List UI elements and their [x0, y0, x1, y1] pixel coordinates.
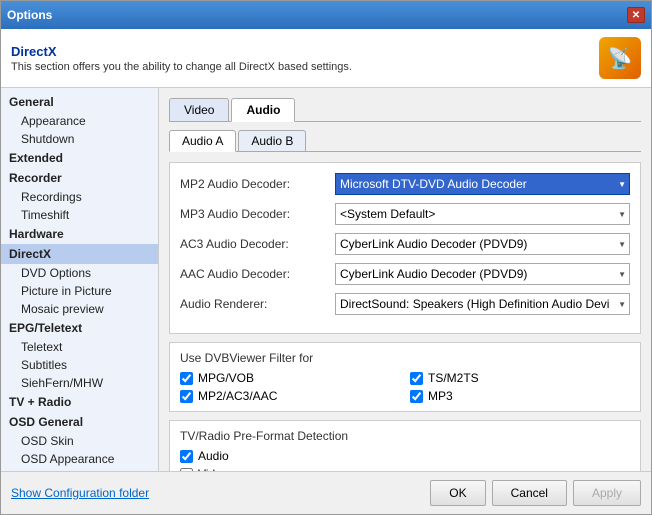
- preformat-section: TV/Radio Pre-Format Detection Audio Vide…: [169, 420, 641, 471]
- sidebar-item-timeshift[interactable]: Timeshift: [1, 206, 158, 224]
- sidebar-item-recorder[interactable]: Recorder: [1, 168, 158, 188]
- mp3-decoder-select[interactable]: <System Default>: [335, 203, 630, 225]
- dvbviewer-checkboxes: MPG/VOB TS/M2TS MP2/AC3/AAC MP3: [180, 371, 630, 403]
- audio-renderer-select[interactable]: DirectSound: Speakers (High Definition A…: [335, 293, 630, 315]
- sidebar-item-directx[interactable]: DirectX: [1, 244, 158, 264]
- sidebar: General Appearance Shutdown Extended Rec…: [1, 88, 159, 471]
- button-group: OK Cancel Apply: [430, 480, 641, 506]
- header-section: DirectX This section offers you the abil…: [1, 29, 651, 88]
- ac3-select-wrapper: CyberLink Audio Decoder (PDVD9): [335, 233, 630, 255]
- main-panel: Video Audio Audio A Audio B MP2 Audio De…: [159, 88, 651, 471]
- sidebar-item-osd-appearance[interactable]: OSD Appearance: [1, 450, 158, 468]
- audio-renderer-label: Audio Renderer:: [180, 297, 335, 311]
- mp3-row: MP3 Audio Decoder: <System Default>: [180, 203, 630, 225]
- section-title: DirectX: [11, 44, 352, 59]
- mp3-label: MP3: [428, 389, 453, 403]
- sidebar-item-osd-general[interactable]: OSD General: [1, 412, 158, 432]
- sub-tab-bar: Audio A Audio B: [169, 130, 641, 152]
- content-area: General Appearance Shutdown Extended Rec…: [1, 88, 651, 471]
- sidebar-item-dvd-options[interactable]: DVD Options: [1, 264, 158, 282]
- mp2-ac3-aac-label: MP2/AC3/AAC: [198, 389, 277, 403]
- sidebar-item-siehfern[interactable]: SiehFern/MHW: [1, 374, 158, 392]
- mp2-label: MP2 Audio Decoder:: [180, 177, 335, 191]
- dvbviewer-section: Use DVBViewer Filter for MPG/VOB TS/M2TS…: [169, 342, 641, 412]
- checkbox-ts-m2ts: TS/M2TS: [410, 371, 630, 385]
- sidebar-item-appearance[interactable]: Appearance: [1, 112, 158, 130]
- mp3-label: MP3 Audio Decoder:: [180, 207, 335, 221]
- checkbox-mp2-ac3-aac: MP2/AC3/AAC: [180, 389, 400, 403]
- mpg-vob-checkbox[interactable]: [180, 372, 193, 385]
- sub-tab-audio-b[interactable]: Audio B: [238, 130, 306, 151]
- sub-tab-audio-a[interactable]: Audio A: [169, 130, 236, 152]
- sidebar-item-teletext[interactable]: Teletext: [1, 338, 158, 356]
- sidebar-item-epg[interactable]: EPG/Teletext: [1, 318, 158, 338]
- main-tab-bar: Video Audio: [169, 98, 641, 122]
- audio-renderer-select-wrapper: DirectSound: Speakers (High Definition A…: [335, 293, 630, 315]
- title-bar: Options ✕: [1, 1, 651, 29]
- audio-preformat-label: Audio: [198, 449, 229, 463]
- dvbviewer-title: Use DVBViewer Filter for: [180, 351, 630, 365]
- sidebar-item-osd-skin[interactable]: OSD Skin: [1, 432, 158, 450]
- header-text: DirectX This section offers you the abil…: [11, 44, 352, 73]
- ac3-decoder-select[interactable]: CyberLink Audio Decoder (PDVD9): [335, 233, 630, 255]
- options-window: Options ✕ DirectX This section offers yo…: [0, 0, 652, 515]
- audio-preformat-checkbox[interactable]: [180, 450, 193, 463]
- aac-decoder-select[interactable]: CyberLink Audio Decoder (PDVD9): [335, 263, 630, 285]
- close-button[interactable]: ✕: [627, 7, 645, 23]
- bottom-bar: Show Configuration folder OK Cancel Appl…: [1, 471, 651, 514]
- brand-icon: 📡: [608, 46, 633, 71]
- checkbox-mpg-vob: MPG/VOB: [180, 371, 400, 385]
- ok-button[interactable]: OK: [430, 480, 485, 506]
- aac-label: AAC Audio Decoder:: [180, 267, 335, 281]
- decoder-form: MP2 Audio Decoder: Microsoft DTV-DVD Aud…: [169, 162, 641, 334]
- sidebar-item-hardware[interactable]: Hardware: [1, 224, 158, 244]
- sidebar-item-general[interactable]: General: [1, 92, 158, 112]
- mp2-decoder-select[interactable]: Microsoft DTV-DVD Audio Decoder: [335, 173, 630, 195]
- mp2-row: MP2 Audio Decoder: Microsoft DTV-DVD Aud…: [180, 173, 630, 195]
- ac3-row: AC3 Audio Decoder: CyberLink Audio Decod…: [180, 233, 630, 255]
- sidebar-item-mosaic[interactable]: Mosaic preview: [1, 300, 158, 318]
- aac-select-wrapper: CyberLink Audio Decoder (PDVD9): [335, 263, 630, 285]
- sidebar-item-recordings[interactable]: Recordings: [1, 188, 158, 206]
- header-icon: 📡: [599, 37, 641, 79]
- ac3-label: AC3 Audio Decoder:: [180, 237, 335, 251]
- mp3-select-wrapper: <System Default>: [335, 203, 630, 225]
- mp3-checkbox[interactable]: [410, 390, 423, 403]
- mp2-ac3-aac-checkbox[interactable]: [180, 390, 193, 403]
- config-link[interactable]: Show Configuration folder: [11, 482, 149, 504]
- checkbox-audio: Audio: [180, 449, 630, 463]
- tab-video[interactable]: Video: [169, 98, 229, 121]
- audio-renderer-row: Audio Renderer: DirectSound: Speakers (H…: [180, 293, 630, 315]
- ts-m2ts-label: TS/M2TS: [428, 371, 479, 385]
- aac-row: AAC Audio Decoder: CyberLink Audio Decod…: [180, 263, 630, 285]
- apply-button[interactable]: Apply: [573, 480, 641, 506]
- checkbox-mp3: MP3: [410, 389, 630, 403]
- tab-audio[interactable]: Audio: [231, 98, 295, 122]
- mp2-select-wrapper: Microsoft DTV-DVD Audio Decoder: [335, 173, 630, 195]
- sidebar-item-subtitles[interactable]: Subtitles: [1, 356, 158, 374]
- section-description: This section offers you the ability to c…: [11, 61, 352, 73]
- window-title: Options: [7, 8, 52, 22]
- cancel-button[interactable]: Cancel: [492, 480, 567, 506]
- sidebar-item-tv-radio[interactable]: TV + Radio: [1, 392, 158, 412]
- sidebar-item-extended[interactable]: Extended: [1, 148, 158, 168]
- mpg-vob-label: MPG/VOB: [198, 371, 254, 385]
- ts-m2ts-checkbox[interactable]: [410, 372, 423, 385]
- preformat-title: TV/Radio Pre-Format Detection: [180, 429, 630, 443]
- sidebar-item-shutdown[interactable]: Shutdown: [1, 130, 158, 148]
- sidebar-item-pip[interactable]: Picture in Picture: [1, 282, 158, 300]
